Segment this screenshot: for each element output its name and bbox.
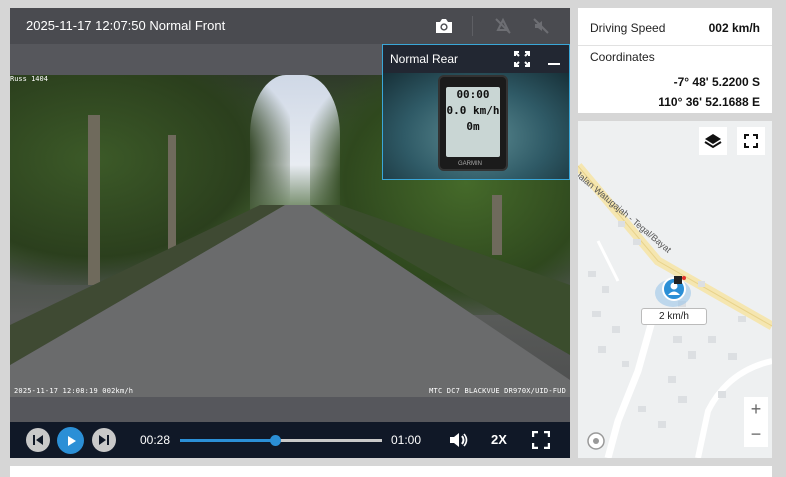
map-view[interactable]: Jalan Watugajah - Tegal/Bayat 2 km/h + −	[578, 121, 772, 458]
gps-speed: 0.0 km/h	[446, 104, 500, 117]
alert-off-icon[interactable]	[492, 15, 514, 37]
expand-icon[interactable]	[514, 51, 530, 72]
seek-bar-handle[interactable]	[269, 435, 281, 446]
osd-timestamp: 2025-11-17 12:08:19 002km/h	[14, 387, 134, 395]
seek-bar[interactable]	[180, 435, 382, 446]
gps-device: 00:00 0.0 km/h 0m GARMIN	[438, 75, 508, 171]
driving-speed-value: 002 km/h	[708, 21, 760, 35]
duration-time: 01:00	[391, 433, 422, 447]
longitude-value: 110° 36' 52.1688 E	[658, 95, 760, 109]
playback-rate-button[interactable]: 2X	[491, 432, 507, 447]
zoom-control: + −	[744, 397, 768, 447]
previous-frame-button[interactable]	[26, 428, 50, 452]
mute-off-icon[interactable]	[530, 15, 552, 37]
next-frame-button[interactable]	[92, 428, 116, 452]
map-fullscreen-icon[interactable]	[737, 127, 765, 155]
gps-time: 00:00	[456, 88, 490, 101]
bottom-panel	[10, 466, 772, 477]
pip-header: Normal Rear	[383, 45, 569, 73]
seek-bar-progress	[180, 439, 275, 442]
zoom-out-button[interactable]: −	[744, 422, 768, 447]
camera-icon[interactable]	[433, 15, 455, 37]
gps-screen: 00:00 0.0 km/h 0m	[446, 87, 500, 157]
telemetry-panel: Driving Speed 002 km/h Coordinates -7° 4…	[578, 8, 772, 113]
gps-brand: GARMIN	[458, 161, 482, 167]
driving-speed-label: Driving Speed	[590, 21, 666, 35]
fullscreen-icon[interactable]	[531, 430, 551, 454]
pip-title: Normal Rear	[390, 52, 459, 66]
minimize-icon[interactable]	[547, 51, 561, 72]
layers-icon[interactable]	[699, 127, 727, 155]
elapsed-time: 00:28	[140, 433, 171, 447]
osd-top-label: Russ 1404	[10, 75, 48, 83]
map-speed-tag: 2 km/h	[641, 308, 707, 325]
map-logo-icon	[586, 431, 606, 456]
latitude-value: -7° 48' 5.2200 S	[673, 75, 760, 89]
header-divider	[472, 16, 473, 36]
rear-camera-pip[interactable]: Normal Rear 00:00 0.0 km/h 0m GARMIN	[382, 44, 570, 180]
video-player: 2025-11-17 12:07:50 Normal Front Russ 14…	[10, 8, 570, 458]
play-button[interactable]	[57, 427, 84, 454]
pip-video: 00:00 0.0 km/h 0m GARMIN	[383, 73, 569, 179]
driving-speed-row: Driving Speed 002 km/h	[578, 8, 772, 46]
video-road	[10, 205, 570, 397]
osd-device: MTC DC7 BLACKVUE DR970X/UID-FUD	[429, 387, 566, 395]
playback-controls: 00:28 01:00 2X	[10, 422, 570, 458]
volume-icon[interactable]	[448, 431, 468, 454]
coordinates-label: Coordinates	[590, 50, 655, 64]
vehicle-flag-icon	[674, 271, 686, 289]
camera-title: 2025-11-17 12:07:50 Normal Front	[26, 18, 226, 33]
gps-distance: 0m	[466, 120, 480, 133]
player-header: 2025-11-17 12:07:50 Normal Front	[10, 8, 570, 44]
zoom-in-button[interactable]: +	[744, 397, 768, 422]
